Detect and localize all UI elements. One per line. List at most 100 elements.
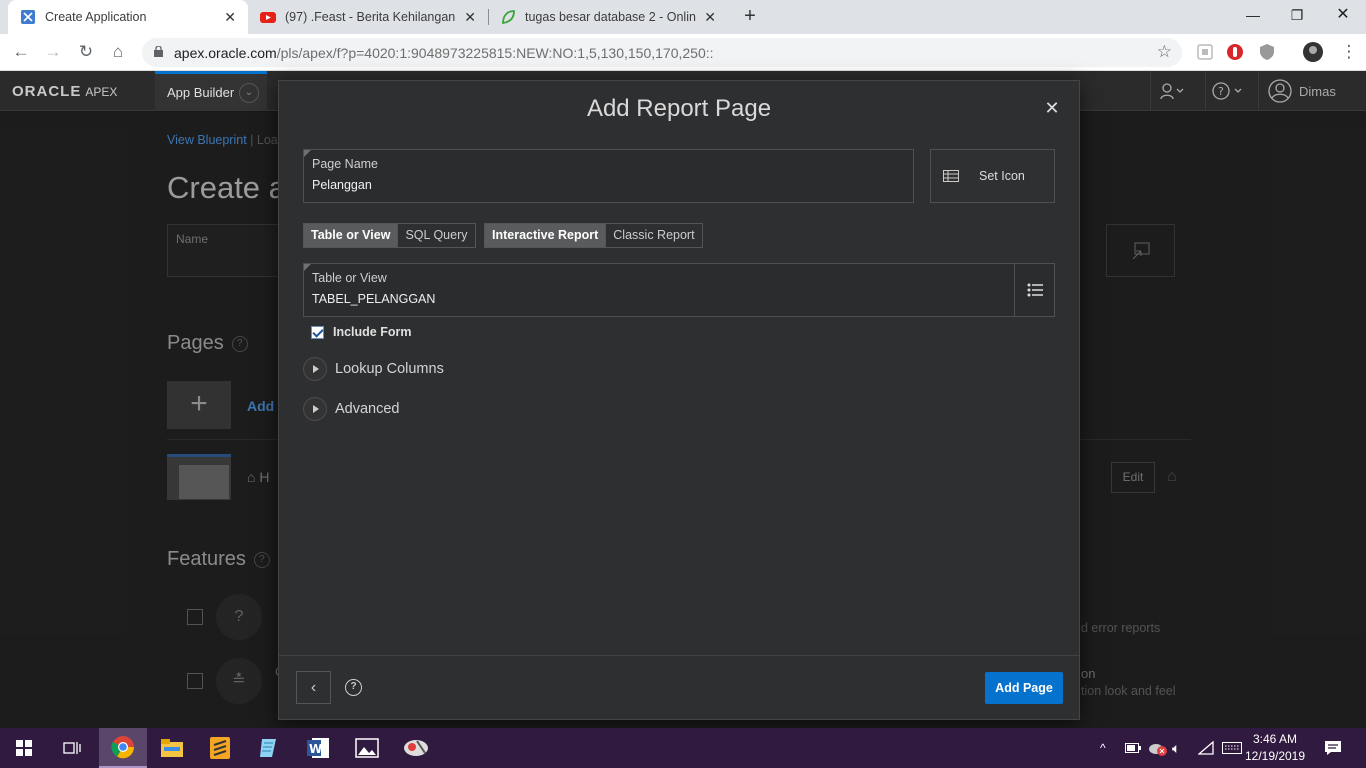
tab-close-icon[interactable]: ✕ xyxy=(704,9,716,26)
include-form-option: Include Form xyxy=(311,325,411,339)
browser-tab-strip: Create Application ✕ (97) .Feast - Berit… xyxy=(0,0,1366,34)
windows-taskbar: W ^ 🔈︎ 3:46 AM 12/19/2019 xyxy=(0,728,1366,768)
user-settings-menu[interactable] xyxy=(1150,71,1195,111)
keyboard-icon[interactable] xyxy=(1222,728,1242,768)
tab-online[interactable]: tugas besar database 2 - Online ✕ xyxy=(488,0,728,34)
help-menu[interactable]: ? xyxy=(1205,71,1250,111)
dialog-title: Add Report Page xyxy=(586,95,772,122)
youtube-favicon-icon xyxy=(260,9,276,25)
person-settings-icon xyxy=(1160,83,1184,100)
logo-oracle-text: ORACLE xyxy=(12,83,82,100)
table-or-view-value[interactable]: TABEL_PELANGGAN xyxy=(312,292,435,306)
shield-icon[interactable] xyxy=(1258,43,1276,61)
advanced-label: Advanced xyxy=(335,401,400,417)
tab-close-icon[interactable]: ✕ xyxy=(464,9,476,26)
logo-apex-text: APEX xyxy=(85,85,118,99)
include-form-label[interactable]: Include Form xyxy=(333,325,411,339)
lookup-columns-region[interactable]: Lookup Columns xyxy=(303,357,444,381)
wifi-icon[interactable] xyxy=(1198,728,1214,768)
tab-create-application[interactable]: Create Application ✕ xyxy=(8,0,248,34)
add-report-page-dialog: Add Report Page ✕ Page Name Pelanggan Se… xyxy=(278,80,1080,720)
extension-icon[interactable] xyxy=(1196,43,1214,61)
home-icon[interactable]: ⌂ xyxy=(105,39,131,65)
browser-toolbar: ← → ↻ ⌂ apex.oracle.com/pls/apex/f?p=402… xyxy=(0,34,1366,71)
user-avatar-icon xyxy=(1268,79,1292,103)
url-host: apex.oracle.com xyxy=(174,45,277,61)
svg-text:?: ? xyxy=(1218,85,1224,98)
advanced-region[interactable]: Advanced xyxy=(303,397,400,421)
windows-start-icon[interactable] xyxy=(0,728,48,768)
chevron-left-icon: ‹ xyxy=(310,679,317,696)
url-text: apex.oracle.com/pls/apex/f?p=4020:1:9048… xyxy=(174,45,714,61)
close-window-button[interactable]: ✕ xyxy=(1320,0,1366,30)
list-icon xyxy=(1027,283,1043,297)
tab-title: (97) .Feast - Berita Kehilangan (Li xyxy=(285,10,457,24)
snipping-tool-icon[interactable] xyxy=(392,728,440,768)
expand-toggle-icon[interactable] xyxy=(303,397,327,421)
help-circle-icon: ? xyxy=(1212,82,1242,100)
source-table-or-view-option[interactable]: Table or View xyxy=(304,224,398,247)
expand-toggle-icon[interactable] xyxy=(303,357,327,381)
restore-button[interactable]: ❐ xyxy=(1274,0,1320,30)
clock-time: 3:46 AM xyxy=(1252,732,1298,746)
nav-app-builder-label: App Builder xyxy=(167,85,235,100)
show-hidden-icons[interactable]: ^ xyxy=(1100,728,1106,768)
lookup-columns-label: Lookup Columns xyxy=(335,361,444,377)
chrome-taskbar-icon[interactable] xyxy=(99,728,147,768)
set-icon-label: Set Icon xyxy=(979,169,1025,183)
add-page-button[interactable]: Add Page xyxy=(985,672,1063,704)
table-icon xyxy=(943,170,959,182)
user-menu[interactable]: Dimas xyxy=(1258,71,1358,111)
user-name: Dimas xyxy=(1299,83,1336,99)
report-interactive-option[interactable]: Interactive Report xyxy=(485,224,606,247)
task-view-icon[interactable] xyxy=(48,728,96,768)
volume-icon[interactable]: 🔈︎ xyxy=(1172,728,1180,768)
taskbar-clock[interactable]: 3:46 AM 12/19/2019 xyxy=(1244,731,1306,765)
oracle-apex-logo[interactable]: ORACLE APEX xyxy=(12,83,117,100)
table-or-view-field[interactable]: Table or View TABEL_PELANGGAN xyxy=(303,263,1055,317)
tab-title: Create Application xyxy=(45,10,147,24)
source-type-toggle: Table or View SQL Query xyxy=(303,223,476,248)
battery-icon[interactable] xyxy=(1125,728,1141,768)
include-form-checkbox[interactable] xyxy=(311,325,324,339)
help-icon[interactable]: ? xyxy=(345,679,362,696)
photos-icon[interactable] xyxy=(343,728,391,768)
source-sql-query-option[interactable]: SQL Query xyxy=(397,224,475,247)
page-name-label: Page Name xyxy=(312,157,379,171)
word-icon[interactable]: W xyxy=(294,728,342,768)
notepad-icon[interactable] xyxy=(245,728,293,768)
svg-text:W: W xyxy=(309,742,322,756)
forward-arrow-icon[interactable]: → xyxy=(40,39,66,65)
new-tab-button[interactable]: + xyxy=(738,4,762,28)
clock-date: 12/19/2019 xyxy=(1244,749,1306,763)
bookmark-star-icon[interactable]: ☆ xyxy=(1157,42,1172,62)
network-error-icon[interactable] xyxy=(1148,728,1168,768)
set-icon-button[interactable]: Set Icon xyxy=(930,149,1055,203)
dialog-footer: ‹ ? Add Page xyxy=(279,655,1079,719)
back-button[interactable]: ‹ xyxy=(296,671,331,704)
sublime-text-icon[interactable] xyxy=(196,728,244,768)
url-path: /pls/apex/f?p=4020:1:9048973225815:NEW:N… xyxy=(276,45,714,61)
back-arrow-icon[interactable]: ← xyxy=(8,39,34,65)
menu-dots-icon[interactable]: ⋮ xyxy=(1336,39,1362,65)
nav-app-builder[interactable]: App Builder ⌄ xyxy=(155,71,267,111)
action-center-icon[interactable] xyxy=(1324,728,1342,768)
tab-title: tugas besar database 2 - Online xyxy=(525,10,697,24)
apex-favicon-icon xyxy=(20,9,36,25)
report-classic-option[interactable]: Classic Report xyxy=(605,224,702,247)
page-name-field[interactable]: Page Name Pelanggan xyxy=(303,149,914,203)
address-bar[interactable]: apex.oracle.com/pls/apex/f?p=4020:1:9048… xyxy=(142,38,1182,67)
reload-icon[interactable]: ↻ xyxy=(73,39,99,65)
file-explorer-icon[interactable] xyxy=(148,728,196,768)
close-icon[interactable]: ✕ xyxy=(1043,99,1061,117)
tab-youtube[interactable]: (97) .Feast - Berita Kehilangan (Li ✕ xyxy=(248,0,488,34)
profile-avatar[interactable] xyxy=(1303,42,1323,62)
chevron-down-icon[interactable]: ⌄ xyxy=(239,83,259,103)
list-of-values-button[interactable] xyxy=(1014,264,1054,316)
minimize-button[interactable]: — xyxy=(1230,0,1276,30)
leaf-favicon-icon xyxy=(500,9,516,25)
report-type-toggle: Interactive Report Classic Report xyxy=(484,223,703,248)
adblock-icon[interactable] xyxy=(1226,43,1244,61)
tab-close-icon[interactable]: ✕ xyxy=(224,9,236,26)
page-name-value[interactable]: Pelanggan xyxy=(312,178,372,192)
